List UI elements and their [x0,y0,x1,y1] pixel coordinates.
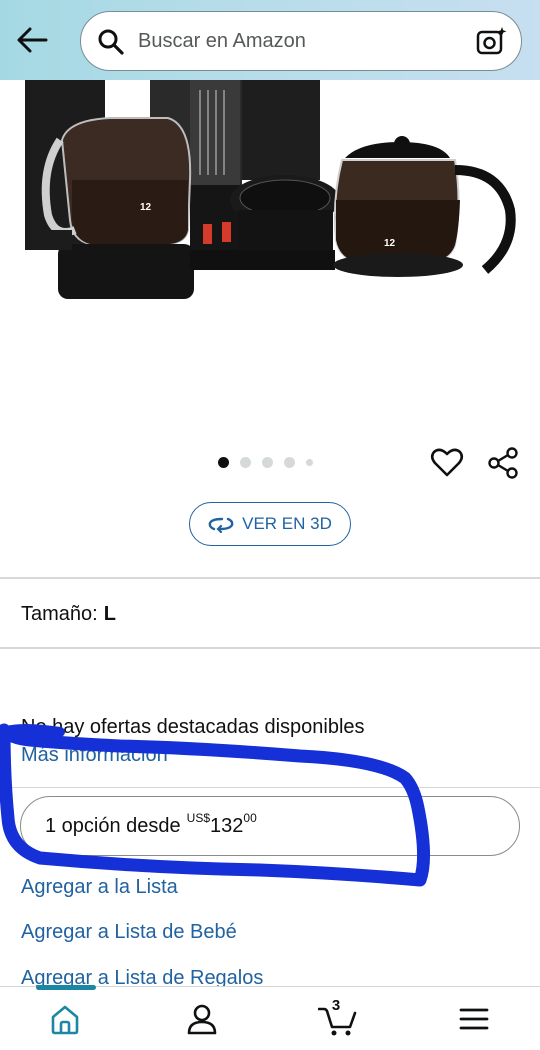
carousel-dot[interactable] [306,459,313,466]
bottom-navigation: 3 [0,985,540,1050]
price-fraction: 00 [243,811,257,825]
carousel-dot[interactable] [240,457,251,468]
back-button[interactable] [14,22,50,58]
home-icon [51,1005,79,1035]
view-3d-label: VER EN 3D [242,514,332,533]
search-bar[interactable] [80,11,522,71]
share-button[interactable] [487,446,521,480]
nav-account[interactable] [184,1001,220,1037]
rotate-3d-icon [208,517,234,533]
left-carafe-label: 12 [140,202,152,213]
cart-count: 3 [331,997,341,1014]
image-carousel-dots[interactable] [218,457,313,468]
heart-icon [430,448,464,477]
search-input[interactable] [138,26,468,56]
more-info-link[interactable]: Más información [21,744,168,767]
add-to-list-link[interactable]: Agregar a la Lista [21,876,178,899]
back-arrow-icon [17,27,48,53]
nav-menu[interactable] [456,1001,492,1037]
divider [0,787,540,788]
divider [0,647,540,649]
active-tab-indicator [36,985,96,990]
size-selector[interactable]: Tamaño: L [21,603,116,626]
search-icon [98,29,124,55]
size-label: Tamaño: [21,603,98,625]
account-icon [187,1004,217,1035]
buying-options-button[interactable]: 1 opción desde US$ 132 00 [20,796,520,856]
nav-cart[interactable]: 3 [317,997,357,1037]
no-offers-text: No hay ofertas destacadas disponibles [21,716,365,738]
divider [0,577,540,579]
share-icon [488,447,518,479]
app-header [0,0,540,80]
price-currency: US$ [186,811,211,825]
right-carafe-label: 12 [384,238,396,249]
menu-icon [459,1008,489,1030]
nav-home[interactable] [47,1001,83,1037]
carousel-dot[interactable] [262,457,273,468]
size-value: L [103,603,116,625]
price-whole: 132 [210,814,244,837]
carousel-dot[interactable] [284,457,295,468]
camera-icon[interactable] [475,26,507,58]
option-text: 1 opción desde [45,814,181,837]
favorite-button[interactable] [430,446,464,480]
carousel-dot[interactable] [218,457,229,468]
view-3d-button[interactable]: VER EN 3D [189,502,351,546]
add-to-baby-list-link[interactable]: Agregar a Lista de Bebé [21,921,237,944]
product-image[interactable]: 12 12 [0,80,540,440]
